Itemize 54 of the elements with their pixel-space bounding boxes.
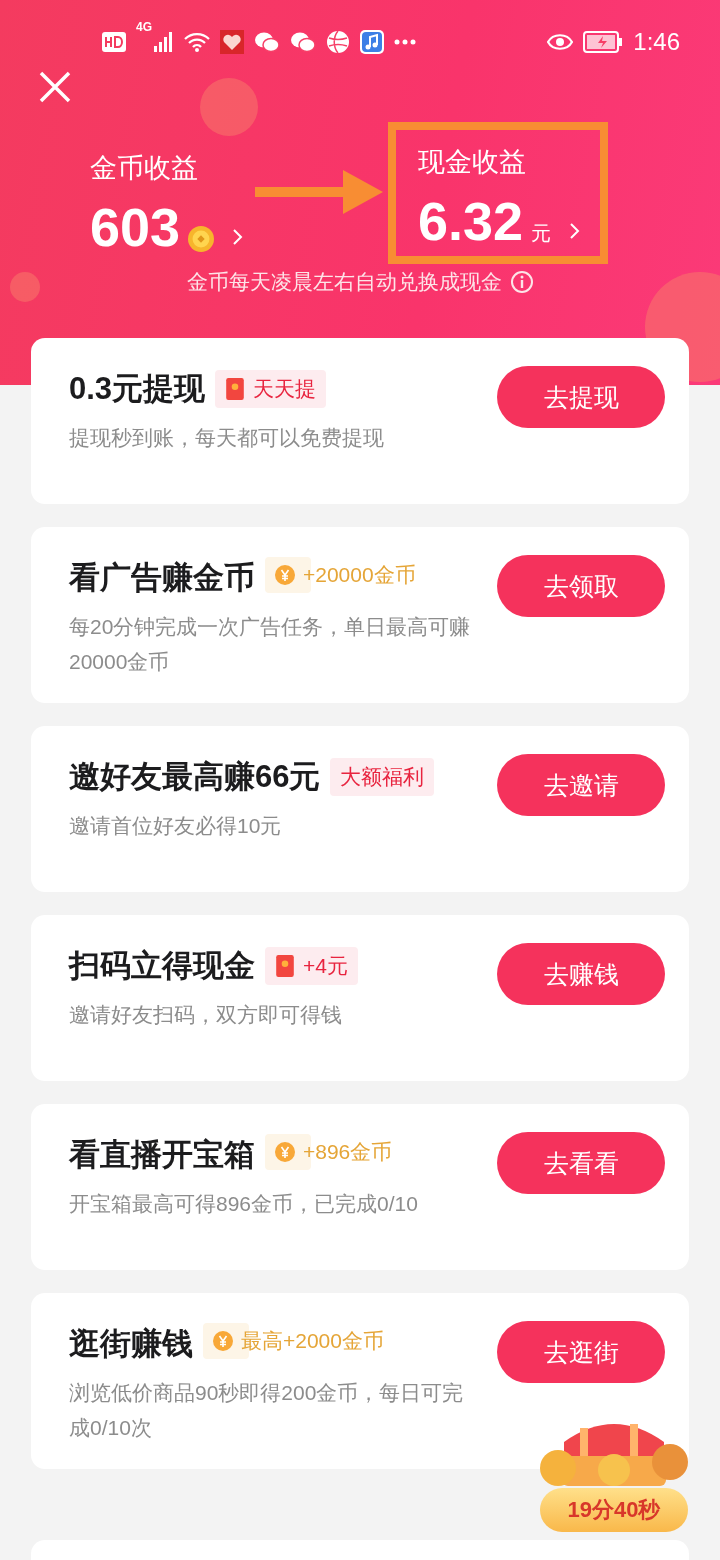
yen-coin-icon — [275, 564, 295, 586]
tag-text: 天天提 — [253, 376, 317, 402]
more-icon — [394, 39, 416, 45]
tag-text: 最高+2000金币 — [241, 1328, 384, 1354]
task-description: 开宝箱最高可得896金币，已完成0/10 — [69, 1191, 419, 1217]
task-description: 每20分钟完成一次广告任务，单日最高可赚20000金币 — [69, 614, 472, 675]
task-button[interactable]: 去赚钱 — [497, 943, 665, 1005]
globe-icon — [326, 30, 350, 54]
tag-text: 大额福利 — [340, 764, 425, 790]
music-icon — [360, 30, 384, 54]
coin-icon — [188, 226, 215, 252]
task-title: 看广告赚金币 — [69, 559, 255, 597]
close-icon[interactable] — [38, 70, 72, 104]
task-title: 0.3元提现 — [69, 370, 206, 408]
chevron-icon[interactable] — [232, 228, 245, 246]
task-button[interactable]: 去领取 — [497, 555, 665, 617]
battery-icon — [583, 30, 624, 54]
task-description: 邀请首位好友必得10元 — [69, 813, 283, 839]
network-type: 4G — [136, 20, 152, 34]
task-button[interactable]: 去邀请 — [497, 754, 665, 816]
task-button[interactable]: 去看看 — [497, 1132, 665, 1194]
earnings-label: 金币收益 — [90, 152, 199, 185]
countdown-timer[interactable]: 19分40秒 — [540, 1488, 688, 1532]
chat-icon — [290, 30, 316, 54]
chat-icon — [254, 30, 280, 54]
hd-icon — [102, 30, 126, 54]
earnings-amount: 6.32 — [418, 190, 524, 252]
earnings-label: 现金收益 — [418, 146, 527, 179]
yen-coin-icon — [275, 1141, 295, 1163]
chevron-icon[interactable] — [569, 222, 582, 240]
task-button[interactable]: 去提现 — [497, 366, 665, 428]
tag-text: +896金币 — [303, 1139, 393, 1165]
task-title: 扫码立得现金 — [69, 947, 255, 985]
signal-icon — [154, 30, 174, 54]
earnings-amount: 603 — [90, 196, 181, 258]
wifi-icon — [184, 30, 210, 54]
task-title: 逛街赚钱 — [69, 1325, 193, 1363]
yen-coin-icon — [213, 1330, 233, 1352]
tag-text: +4元 — [303, 953, 348, 979]
task-title: 邀好友最高赚66元 — [69, 758, 321, 796]
task-description: 邀请好友扫码，双方即可得钱 — [69, 1002, 343, 1028]
currency-unit: 元 — [531, 221, 552, 246]
task-title: 看直播开宝箱 — [69, 1136, 255, 1174]
clock: 1:46 — [633, 28, 680, 56]
envelope-icon — [275, 955, 295, 977]
tag-text: +20000金币 — [303, 562, 416, 588]
glow-spot — [10, 272, 40, 302]
task-button[interactable]: 去逛街 — [497, 1321, 665, 1383]
task-description: 提现秒到账，每天都可以免费提现 — [69, 425, 385, 451]
heart-app-icon — [220, 30, 244, 54]
envelope-icon — [225, 378, 246, 400]
info-icon[interactable] — [509, 270, 534, 294]
exchange-note: 金币每天凌晨左右自动兑换成现金 — [186, 269, 502, 295]
task-description: 浏览低价商品90秒即得200金币，每日可完成0/10次 — [69, 1380, 465, 1441]
